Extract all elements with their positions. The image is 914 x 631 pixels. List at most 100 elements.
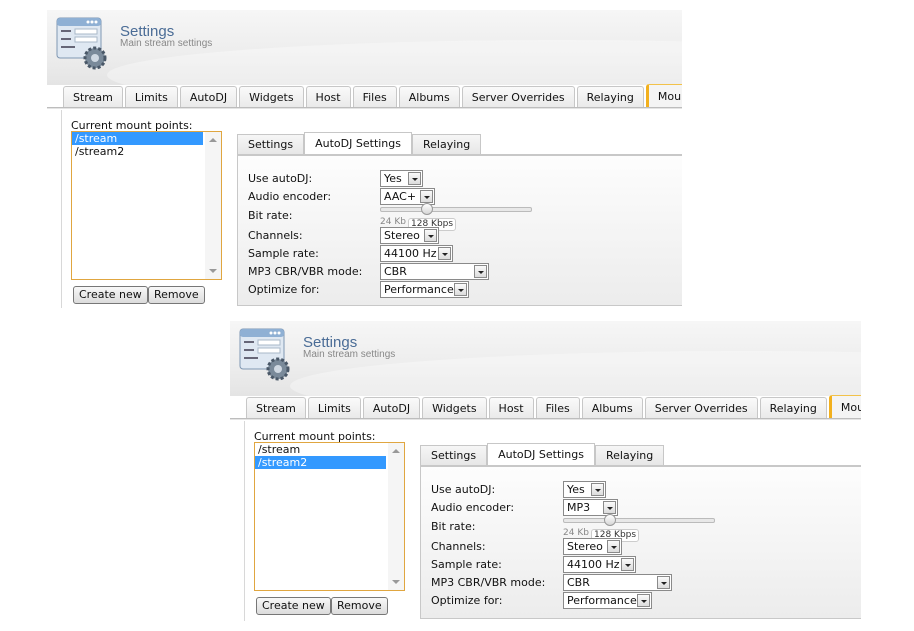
remove-button[interactable]: Remove [148, 286, 205, 304]
chevron-down-icon[interactable] [607, 540, 620, 553]
chevron-down-icon[interactable] [591, 483, 604, 496]
sample-rate-select[interactable]: 44100 Hz [563, 556, 636, 573]
sub-tabs: Settings AutoDJ Settings Relaying [237, 132, 482, 155]
tab-mount-points[interactable]: Mount Points [645, 84, 682, 109]
audio-encoder-value: MP3 [567, 501, 591, 514]
subtab-settings[interactable]: Settings [237, 134, 305, 155]
tab-host[interactable]: Host [305, 86, 351, 108]
channels-select[interactable]: Stereo [563, 538, 622, 555]
mount-point-item[interactable]: /stream2 [72, 145, 203, 158]
use-autodj-label: Use autoDJ: [431, 483, 496, 496]
tab-limits[interactable]: Limits [124, 86, 178, 108]
tab-widgets[interactable]: Widgets [422, 397, 487, 419]
page-subtitle: Main stream settings [303, 349, 396, 360]
sample-rate-value: 44100 Hz [384, 247, 437, 260]
tab-files[interactable]: Files [535, 397, 580, 419]
scroll-up-icon[interactable] [209, 138, 217, 142]
tab-files[interactable]: Files [352, 86, 397, 108]
tab-relaying[interactable]: Relaying [759, 397, 827, 419]
optimize-for-label: Optimize for: [248, 283, 320, 296]
mount-points-content: Current mount points: /stream/stream2 Cr… [244, 421, 861, 621]
tab-server-overrides[interactable]: Server Overrides [644, 397, 758, 419]
audio-encoder-label: Audio encoder: [431, 501, 515, 514]
tab-host[interactable]: Host [488, 397, 534, 419]
header: Settings Main stream settings [47, 10, 682, 110]
tab-autodj[interactable]: AutoDJ [362, 397, 421, 419]
optimize-for-select[interactable]: Performance [563, 592, 652, 609]
optimize-for-select[interactable]: Performance [380, 281, 469, 298]
bit-rate-min-label: 24 Kb [380, 217, 406, 227]
cbr-vbr-mode-label: MP3 CBR/VBR mode: [431, 576, 546, 589]
tab-widgets[interactable]: Widgets [239, 86, 304, 108]
tab-divider [230, 418, 861, 420]
subtab-relaying[interactable]: Relaying [595, 445, 665, 466]
tab-stream[interactable]: Stream [63, 86, 123, 108]
list-scrollbar[interactable] [388, 443, 404, 590]
sample-rate-select[interactable]: 44100 Hz [380, 245, 453, 262]
main-tabs: Stream Limits AutoDJ Widgets Host Files Albums… [246, 395, 861, 420]
bit-rate-label: Bit rate: [248, 209, 293, 222]
bit-rate-slider[interactable] [380, 203, 532, 215]
chevron-down-icon[interactable] [657, 576, 670, 589]
bit-rate-label: Bit rate: [431, 520, 476, 533]
chevron-down-icon[interactable] [637, 594, 650, 607]
tab-stream[interactable]: Stream [246, 397, 306, 419]
chevron-down-icon[interactable] [420, 190, 433, 203]
list-scrollbar[interactable] [205, 132, 221, 279]
subtab-relaying[interactable]: Relaying [412, 134, 482, 155]
chevron-down-icon[interactable] [474, 265, 487, 278]
mount-settings: Settings AutoDJ Settings Relaying Use auto… [420, 443, 861, 621]
cbr-vbr-mode-select[interactable]: CBR [563, 574, 672, 591]
tab-relaying[interactable]: Relaying [576, 86, 644, 108]
header: Settings Main stream settings [230, 321, 861, 421]
optimize-for-value: Performance [567, 594, 637, 607]
mount-settings: Settings AutoDJ Settings Relaying Use auto… [237, 132, 682, 308]
tab-server-overrides[interactable]: Server Overrides [461, 86, 575, 108]
sample-rate-label: Sample rate: [248, 247, 319, 260]
remove-button[interactable]: Remove [331, 597, 388, 615]
channels-value: Stereo [567, 540, 603, 553]
mount-point-item[interactable]: /stream [255, 443, 386, 456]
create-new-button[interactable]: Create new [73, 286, 148, 304]
use-autodj-value: Yes [384, 172, 402, 185]
mount-point-item[interactable]: /stream2 [255, 456, 386, 469]
slider-handle[interactable] [421, 203, 433, 215]
chevron-down-icon[interactable] [424, 229, 437, 242]
mount-point-item[interactable]: /stream [72, 132, 203, 145]
subtab-autodj-settings[interactable]: AutoDJ Settings [304, 132, 412, 155]
scroll-down-icon[interactable] [392, 580, 400, 584]
scroll-up-icon[interactable] [392, 449, 400, 453]
scroll-down-icon[interactable] [209, 269, 217, 273]
mount-points-list[interactable]: /stream/stream2 [254, 442, 405, 591]
subtab-settings[interactable]: Settings [420, 445, 488, 466]
tab-albums[interactable]: Albums [398, 86, 460, 108]
tab-albums[interactable]: Albums [581, 397, 643, 419]
cbr-vbr-mode-select[interactable]: CBR [380, 263, 489, 280]
audio-encoder-value: AAC+ [384, 190, 417, 203]
channels-select[interactable]: Stereo [380, 227, 439, 244]
sample-rate-label: Sample rate: [431, 558, 502, 571]
settings-form-gear-icon [56, 17, 107, 70]
subtab-autodj-settings[interactable]: AutoDJ Settings [487, 443, 595, 466]
use-autodj-select[interactable]: Yes [563, 481, 606, 498]
bit-rate-slider[interactable] [563, 514, 715, 526]
use-autodj-value: Yes [567, 483, 585, 496]
use-autodj-select[interactable]: Yes [380, 170, 423, 187]
chevron-down-icon[interactable] [408, 172, 421, 185]
tab-autodj[interactable]: AutoDJ [179, 86, 238, 108]
chevron-down-icon[interactable] [454, 283, 467, 296]
cbr-vbr-mode-value: CBR [384, 265, 407, 278]
mount-points-content: Current mount points: /stream/stream2 Cr… [61, 110, 682, 308]
tab-limits[interactable]: Limits [307, 397, 361, 419]
chevron-down-icon[interactable] [621, 558, 634, 571]
main-tabs: Stream Limits AutoDJ Widgets Host Files Albums… [63, 84, 682, 109]
mount-points-list[interactable]: /stream/stream2 [71, 131, 222, 280]
channels-label: Channels: [431, 540, 486, 553]
create-new-button[interactable]: Create new [256, 597, 331, 615]
chevron-down-icon[interactable] [438, 247, 451, 260]
tab-mount-points[interactable]: Mount Points [828, 395, 861, 420]
chevron-down-icon[interactable] [603, 501, 616, 514]
slider-handle[interactable] [604, 514, 616, 526]
bit-rate-min-label: 24 Kb [563, 528, 589, 538]
optimize-for-label: Optimize for: [431, 594, 503, 607]
